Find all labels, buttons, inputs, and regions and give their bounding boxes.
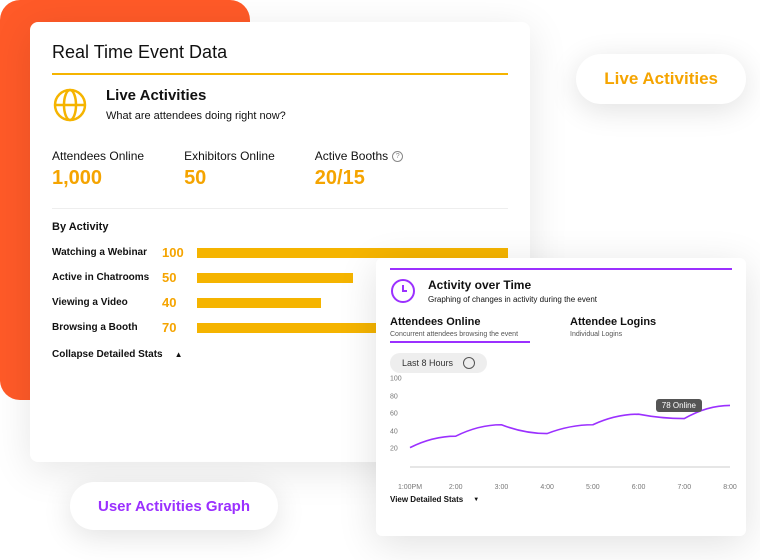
view-label: View Detailed Stats — [390, 495, 463, 504]
help-icon[interactable]: ? — [392, 151, 403, 162]
activity-over-time-card: Activity over Time Graphing of changes i… — [376, 258, 746, 536]
x-tick: 4:00 — [540, 484, 554, 491]
stat-label: Exhibitors Online — [184, 149, 275, 163]
pill-label: Live Activities — [604, 69, 718, 89]
activity-value: 100 — [162, 245, 197, 260]
activity-name: Browsing a Booth — [52, 322, 162, 333]
divider — [52, 208, 508, 209]
globe-icon — [52, 87, 88, 123]
chart-svg — [390, 379, 730, 479]
tab-subtitle: Individual Logins — [570, 331, 656, 338]
activity-name: Active in Chatrooms — [52, 272, 162, 283]
x-tick: 2:00 — [449, 484, 463, 491]
pill-label: User Activities Graph — [98, 498, 250, 515]
tab-attendees-online[interactable]: Attendees Online Concurrent attendees br… — [390, 316, 530, 343]
activity-value: 40 — [162, 295, 197, 310]
stat-exhibitors-online: Exhibitors Online 50 — [184, 149, 275, 190]
stat-label: Attendees Online — [52, 149, 144, 163]
collapse-label: Collapse Detailed Stats — [52, 349, 163, 360]
x-tick: 5:00 — [586, 484, 600, 491]
activity-value: 70 — [162, 320, 197, 335]
stat-attendees-online: Attendees Online 1,000 — [52, 149, 144, 190]
tab-title: Attendee Logins — [570, 316, 656, 328]
chevron-down-icon: ▼ — [473, 497, 479, 503]
activity-bar — [197, 298, 321, 308]
page-title: Real Time Event Data — [52, 42, 508, 63]
live-activities-pill: Live Activities — [576, 54, 746, 104]
time-range-selector[interactable]: Last 8 Hours — [390, 353, 487, 373]
activity-bar — [197, 273, 353, 283]
x-tick: 6:00 — [632, 484, 646, 491]
stat-label: Active Booths — [315, 149, 388, 163]
activity-bar-track — [197, 248, 508, 258]
clock-icon — [390, 278, 416, 304]
line-chart: 204060801001:00PM2:003:004:005:006:007:0… — [390, 379, 732, 489]
clock-icon — [463, 357, 475, 369]
card-divider — [390, 268, 732, 270]
x-tick: 3:00 — [495, 484, 509, 491]
tab-subtitle: Concurrent attendees browsing the event — [390, 331, 530, 338]
stat-value: 20/15 — [315, 167, 403, 190]
activity-value: 50 — [162, 270, 197, 285]
stat-value: 50 — [184, 167, 275, 190]
stat-value: 1,000 — [52, 167, 144, 190]
chart-tooltip: 78 Online — [656, 399, 702, 412]
stats-row: Attendees Online 1,000 Exhibitors Online… — [52, 149, 508, 190]
aot-subtitle: Graphing of changes in activity during t… — [428, 295, 597, 304]
live-activities-subtitle: What are attendees doing right now? — [106, 110, 286, 122]
activity-bar — [197, 248, 508, 258]
tab-attendee-logins[interactable]: Attendee Logins Individual Logins — [570, 316, 656, 343]
stat-active-booths: Active Booths ? 20/15 — [315, 149, 403, 190]
view-detailed-stats-button[interactable]: View Detailed Stats ▼ — [390, 495, 732, 504]
activity-name: Watching a Webinar — [52, 247, 162, 258]
time-range-label: Last 8 Hours — [402, 358, 453, 368]
x-tick: 8:00 — [723, 484, 737, 491]
x-tick: 1:00PM — [398, 484, 422, 491]
activity-name: Viewing a Video — [52, 297, 162, 308]
user-activities-graph-pill: User Activities Graph — [70, 482, 278, 530]
chevron-up-icon: ▲ — [175, 350, 183, 359]
title-divider — [52, 73, 508, 75]
x-tick: 7:00 — [677, 484, 691, 491]
aot-title: Activity over Time — [428, 278, 597, 292]
active-tab-underline — [390, 341, 530, 343]
by-activity-label: By Activity — [52, 221, 508, 233]
live-activities-title: Live Activities — [106, 87, 286, 104]
tab-title: Attendees Online — [390, 316, 530, 328]
